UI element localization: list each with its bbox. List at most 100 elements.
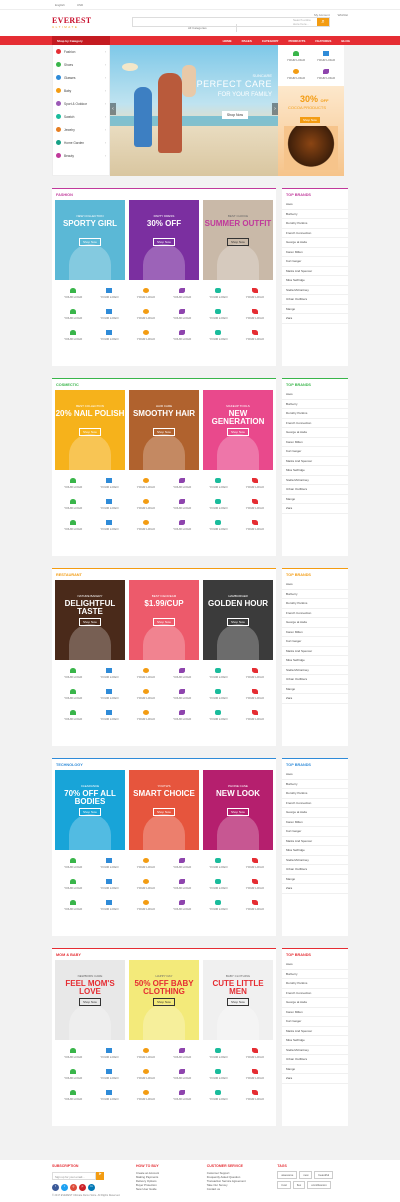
category-banner[interactable]: YOUTH'S SMART CHOICE Shop Now [129,770,199,850]
brand-link[interactable]: George at Asda [282,618,348,628]
sidebar-item-beauty[interactable]: Beauty › [53,149,109,162]
brand-link[interactable]: Urban Outfitters [282,865,348,875]
category-banner[interactable]: HAPPY DAY 50% OFF BABY CLOTHING Shop Now [129,960,199,1040]
brand-link[interactable]: Dorothy Perkins [282,599,348,609]
brand-logo[interactable]: YOUR LOGO [200,1064,236,1085]
brand-logo[interactable]: YOUR LOGO [281,66,311,84]
brand-logo[interactable]: YOUR LOGO [164,684,200,705]
brand-logo[interactable]: YOUR LOGO [281,48,311,66]
brand-logo[interactable]: YOUR LOGO [91,473,127,494]
brand-link[interactable]: Burberry [282,400,348,409]
brand-link[interactable]: Mango [282,305,348,314]
category-banner[interactable]: BEST ICECREAM $1.99/CUP Shop Now [129,580,199,660]
brand-logo[interactable]: YOUR LOGO [200,705,236,726]
slider-prev-arrow[interactable]: ‹ [110,103,116,115]
subscribe-email-input[interactable]: Sign up for your email... [52,1172,96,1180]
brand-logo[interactable]: YOUR LOGO [164,473,200,494]
brand-logo[interactable]: YOUR LOGO [200,895,236,916]
brand-logo[interactable]: YOUR LOGO [200,515,236,536]
facebook-icon[interactable]: f [52,1184,59,1191]
brand-logo[interactable]: YOUR LOGO [237,1064,273,1085]
subscribe-button[interactable]: ➤ [96,1172,104,1180]
brand-logo[interactable]: YOUR LOGO [164,663,200,684]
brand-link[interactable]: Miss Selfridge [282,656,348,666]
brand-logo[interactable]: YOUR LOGO [55,1043,91,1064]
brand-logo[interactable]: YOUR LOGO [55,684,91,705]
brand-logo[interactable]: YOUR LOGO [91,325,127,346]
search-category-select[interactable]: All Categories [185,24,237,32]
brand-link[interactable]: Stella McCartney [282,856,348,865]
brand-logo[interactable]: YOUR LOGO [164,325,200,346]
banner-shop-now-button[interactable]: Shop Now [79,428,101,436]
promo-shop-now-button[interactable]: Shop Now [300,117,320,123]
brand-link[interactable]: Mango [282,875,348,884]
brand-logo[interactable]: YOUR LOGO [128,515,164,536]
brand-link[interactable]: Kurt Geiger [282,257,348,267]
sidebar-item-sport-outdoor[interactable]: Sport & Outdoor › [53,97,109,110]
brand-logo[interactable]: YOUR LOGO [164,853,200,874]
banner-shop-now-button[interactable]: Shop Now [153,428,175,436]
category-banner[interactable]: HAIR CARE SMOOTHY HAIR Shop Now [129,390,199,470]
brand-link[interactable]: Zara [282,694,348,704]
brand-logo[interactable]: YOUR LOGO [200,663,236,684]
brand-link[interactable]: Asos [282,960,348,970]
brand-logo[interactable]: YOUR LOGO [164,494,200,515]
category-banner[interactable]: PARTY DRESS 30% OFF Shop Now [129,200,199,280]
brand-logo[interactable]: YOUR LOGO [55,895,91,916]
sidebar-item-shoes[interactable]: Shoes › [53,58,109,71]
brand-logo[interactable]: YOUR LOGO [164,283,200,304]
site-logo[interactable]: EVEREST ULTIMATE [52,17,102,30]
brand-link[interactable]: Marks And Spencer [282,267,348,276]
sidebar-item-jewelry[interactable]: Jewelry › [53,123,109,136]
brand-link[interactable]: Miss Selfridge [282,1036,348,1046]
brand-link[interactable]: Stella McCartney [282,476,348,485]
brand-link[interactable]: Asos [282,390,348,400]
category-banner[interactable]: BEST COLLECTION 20% NAIL POLISH Shop Now [55,390,125,470]
banner-shop-now-button[interactable]: Shop Now [227,808,249,816]
brand-link[interactable]: Karen Millen [282,438,348,447]
brand-logo[interactable]: YOUR LOGO [91,1043,127,1064]
brand-link[interactable]: Stella McCartney [282,1046,348,1055]
brand-logo[interactable]: YOUR LOGO [55,515,91,536]
brand-logo[interactable]: YOUR LOGO [164,705,200,726]
brand-logo[interactable]: YOUR LOGO [200,304,236,325]
brand-logo[interactable]: YOUR LOGO [128,473,164,494]
brand-link[interactable]: Kurt Geiger [282,1017,348,1027]
category-banner[interactable]: NEW COLLECTION SPORTY GIRL Shop Now [55,200,125,280]
brand-logo[interactable]: YOUR LOGO [164,1064,200,1085]
sidebar-item-baby[interactable]: Baby › [53,84,109,97]
brand-logo[interactable]: YOUR LOGO [164,895,200,916]
brand-logo[interactable]: YOUR LOGO [91,494,127,515]
brand-link[interactable]: French Connection [282,799,348,808]
brand-link[interactable]: Dorothy Perkins [282,219,348,229]
brand-link[interactable]: Karen Millen [282,628,348,637]
brand-link[interactable]: Zara [282,884,348,894]
banner-shop-now-button[interactable]: Shop Now [79,618,101,626]
brand-link[interactable]: George at Asda [282,428,348,438]
category-banner[interactable]: PHONE CASE NEW LOOK Shop Now [203,770,273,850]
brand-link[interactable]: Kurt Geiger [282,637,348,647]
banner-shop-now-button[interactable]: Shop Now [227,618,249,626]
brand-link[interactable]: Stella McCartney [282,286,348,295]
brand-logo[interactable]: YOUR LOGO [91,684,127,705]
brand-logo[interactable]: YOUR LOGO [200,283,236,304]
brand-link[interactable]: Dorothy Perkins [282,409,348,419]
brand-link[interactable]: Urban Outfitters [282,295,348,305]
category-banner[interactable]: MAKEUP TOOLS NEW GENERATION Shop Now [203,390,273,470]
brand-link[interactable]: Kurt Geiger [282,827,348,837]
my-account-link[interactable]: My Account [314,13,330,17]
sidebar-item-glasses[interactable]: Glasses › [53,71,109,84]
brand-logo[interactable]: YOUR LOGO [200,853,236,874]
brand-logo[interactable]: YOUR LOGO [237,874,273,895]
brand-link[interactable]: Marks And Spencer [282,837,348,846]
brand-link[interactable]: George at Asda [282,238,348,248]
brand-logo[interactable]: YOUR LOGO [128,853,164,874]
brand-logo[interactable]: YOUR LOGO [91,304,127,325]
brand-link[interactable]: Burberry [282,780,348,789]
brand-logo[interactable]: YOUR LOGO [55,283,91,304]
brand-logo[interactable]: YOUR LOGO [128,1085,164,1106]
brand-logo[interactable]: YOUR LOGO [200,473,236,494]
brand-logo[interactable]: YOUR LOGO [91,663,127,684]
brand-logo[interactable]: YOUR LOGO [164,874,200,895]
brand-link[interactable]: Miss Selfridge [282,466,348,476]
